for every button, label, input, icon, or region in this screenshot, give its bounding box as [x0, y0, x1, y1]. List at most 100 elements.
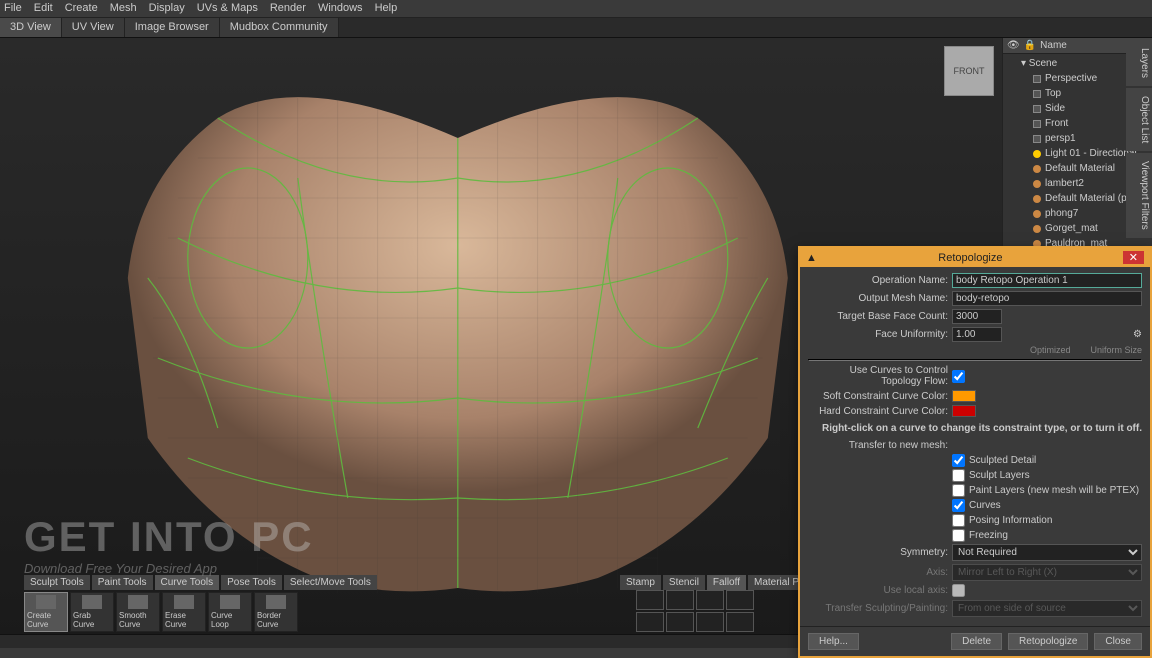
tool-label: Erase Curve	[165, 611, 203, 629]
tool-grab-curve[interactable]: Grab Curve	[70, 592, 114, 632]
menu-uvs-maps[interactable]: UVs & Maps	[197, 2, 258, 15]
camera-icon	[1033, 105, 1041, 113]
axis-select: Mirror Left to Right (X)	[952, 564, 1142, 581]
transfer-opt-label: Sculpted Detail	[969, 455, 1036, 466]
help-button[interactable]: Help...	[808, 633, 859, 650]
tooltab-curve-tools[interactable]: Curve Tools	[155, 575, 220, 590]
tool-glyph-icon	[36, 595, 56, 609]
tooltab-select-move-tools[interactable]: Select/Move Tools	[284, 575, 377, 590]
falloff-6[interactable]	[666, 612, 694, 632]
tool-create-curve[interactable]: Create Curve	[24, 592, 68, 632]
falloff-presets	[636, 590, 754, 632]
op-name-input[interactable]	[952, 273, 1142, 288]
transfer-label: Transfer to new mesh:	[808, 440, 948, 451]
dialog-titlebar[interactable]: ▲ Retopologize ✕	[800, 248, 1150, 267]
tree-label: persp1	[1045, 133, 1076, 144]
transfer-check-3[interactable]	[952, 499, 965, 512]
transfer-check-2[interactable]	[952, 484, 965, 497]
close-button[interactable]: Close	[1094, 633, 1142, 650]
mat-icon	[1033, 180, 1041, 188]
transfer-check-1[interactable]	[952, 469, 965, 482]
falloff-2[interactable]	[666, 590, 694, 610]
dialog-hint: Right-click on a curve to change its con…	[808, 423, 1142, 434]
sidetab-object-list[interactable]: Object List	[1126, 88, 1152, 151]
uniformity-input[interactable]	[952, 327, 1002, 342]
tool-icons: Create Curve Grab Curve Smooth Curve Erase …	[24, 592, 298, 632]
tool-border-curve[interactable]: Border Curve	[254, 592, 298, 632]
transfer-check-4[interactable]	[952, 514, 965, 527]
uniform-size-label: Uniform Size	[1090, 345, 1142, 355]
mat-icon	[1033, 210, 1041, 218]
falloff-3[interactable]	[696, 590, 724, 610]
btab-falloff[interactable]: Falloff	[707, 575, 746, 590]
soft-color-label: Soft Constraint Curve Color:	[808, 391, 948, 402]
hard-color-label: Hard Constraint Curve Color:	[808, 406, 948, 417]
watermark-small: Download Free Your Desired App	[24, 561, 314, 576]
face-count-input[interactable]	[952, 309, 1002, 324]
tooltab-pose-tools[interactable]: Pose Tools	[221, 575, 282, 590]
tab-uv-view[interactable]: UV View	[62, 18, 125, 37]
use-curves-check[interactable]	[952, 370, 965, 383]
falloff-1[interactable]	[636, 590, 664, 610]
menu-mesh[interactable]: Mesh	[110, 2, 137, 15]
side-tabs: LayersObject ListViewport Filters	[1126, 40, 1152, 238]
mat-icon	[1033, 165, 1041, 173]
sidetab-layers[interactable]: Layers	[1126, 40, 1152, 86]
delete-button[interactable]: Delete	[951, 633, 1002, 650]
menu-file[interactable]: File	[4, 2, 22, 15]
menu-windows[interactable]: Windows	[318, 2, 363, 15]
view-cube[interactable]: FRONT	[944, 46, 994, 96]
uniformity-label: Face Uniformity:	[808, 329, 948, 340]
tool-curve-loop[interactable]: Curve Loop	[208, 592, 252, 632]
transfer-opt-label: Posing Information	[969, 515, 1052, 526]
transfer-check-0[interactable]	[952, 454, 965, 467]
tab-image-browser[interactable]: Image Browser	[125, 18, 220, 37]
menubar: File Edit Create Mesh Display UVs & Maps Rende…	[0, 0, 1152, 18]
tool-erase-curve[interactable]: Erase Curve	[162, 592, 206, 632]
btab-stencil[interactable]: Stencil	[663, 575, 705, 590]
eye-icon[interactable]: 👁	[1007, 40, 1020, 51]
transfer-check-5[interactable]	[952, 529, 965, 542]
tool-glyph-icon	[128, 595, 148, 609]
lock-icon[interactable]: 🔒	[1024, 40, 1036, 51]
tab-3d-view[interactable]: 3D View	[0, 18, 62, 37]
falloff-7[interactable]	[696, 612, 724, 632]
tooltab-sculpt-tools[interactable]: Sculpt Tools	[24, 575, 90, 590]
sidetab-viewport-filters[interactable]: Viewport Filters	[1126, 153, 1152, 238]
gear-icon[interactable]: ⚙	[1133, 329, 1142, 340]
dialog-title-text: Retopologize	[938, 252, 1002, 264]
menu-display[interactable]: Display	[149, 2, 185, 15]
tool-label: Smooth Curve	[119, 611, 157, 629]
hard-color-swatch[interactable]	[952, 405, 976, 417]
falloff-4[interactable]	[726, 590, 754, 610]
menu-help[interactable]: Help	[375, 2, 398, 15]
tree-label: phong7	[1045, 208, 1078, 219]
tool-glyph-icon	[174, 595, 194, 609]
falloff-8[interactable]	[726, 612, 754, 632]
falloff-5[interactable]	[636, 612, 664, 632]
tab-mudbox-community[interactable]: Mudbox Community	[220, 18, 339, 37]
transfer-opt-label: Freezing	[969, 530, 1008, 541]
tree-label: Top	[1045, 88, 1061, 99]
tabbar: 3D ViewUV ViewImage BrowserMudbox Commun…	[0, 18, 1152, 38]
btab-stamp[interactable]: Stamp	[620, 575, 661, 590]
symmetry-select[interactable]: Not Required	[952, 544, 1142, 561]
local-axis-check	[952, 584, 965, 597]
transfer-opt-label: Paint Layers (new mesh will be PTEX)	[969, 485, 1139, 496]
tree-label: Side	[1045, 103, 1065, 114]
menu-create[interactable]: Create	[65, 2, 98, 15]
out-mesh-input[interactable]	[952, 291, 1142, 306]
soft-color-swatch[interactable]	[952, 390, 976, 402]
menu-edit[interactable]: Edit	[34, 2, 53, 15]
tree-label: Front	[1045, 118, 1068, 129]
out-mesh-label: Output Mesh Name:	[808, 293, 948, 304]
retopologize-button[interactable]: Retopologize	[1008, 633, 1088, 650]
use-curves-label: Use Curves to Control Topology Flow:	[808, 365, 948, 387]
tool-smooth-curve[interactable]: Smooth Curve	[116, 592, 160, 632]
tool-label: Grab Curve	[73, 611, 111, 629]
tooltab-paint-tools[interactable]: Paint Tools	[92, 575, 153, 590]
close-icon[interactable]: ✕	[1123, 251, 1144, 264]
tree-label: Perspective	[1045, 73, 1097, 84]
menu-render[interactable]: Render	[270, 2, 306, 15]
tool-tabs: Sculpt ToolsPaint ToolsCurve ToolsPose T…	[24, 575, 377, 590]
